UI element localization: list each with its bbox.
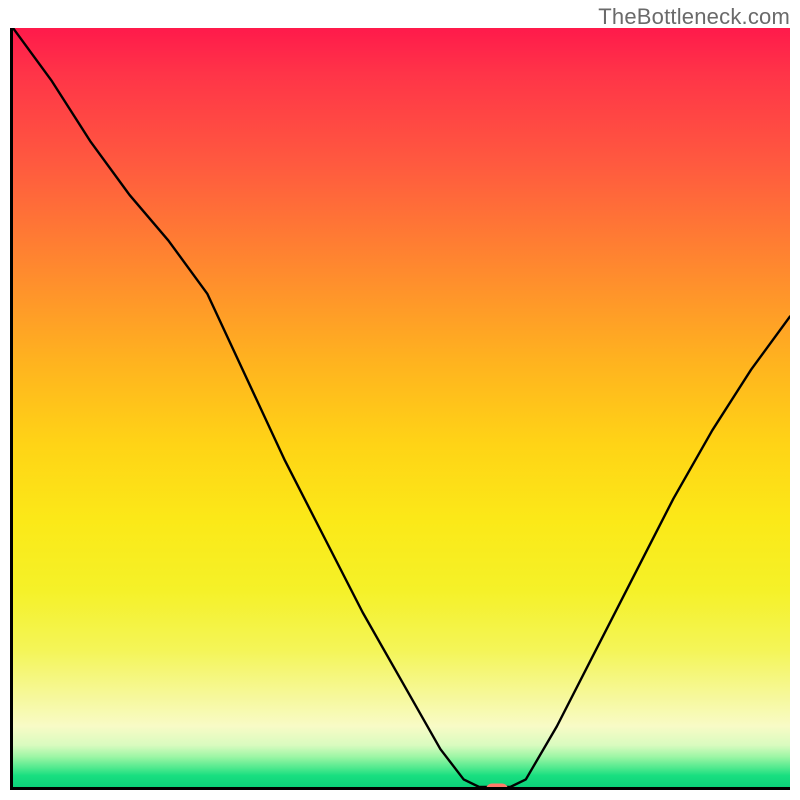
plot-area [10, 28, 790, 790]
chart-container: TheBottleneck.com [0, 0, 800, 800]
curve-svg [13, 28, 790, 787]
bottleneck-curve-path [13, 28, 790, 787]
optimal-marker [486, 784, 508, 791]
watermark-text: TheBottleneck.com [598, 4, 790, 30]
